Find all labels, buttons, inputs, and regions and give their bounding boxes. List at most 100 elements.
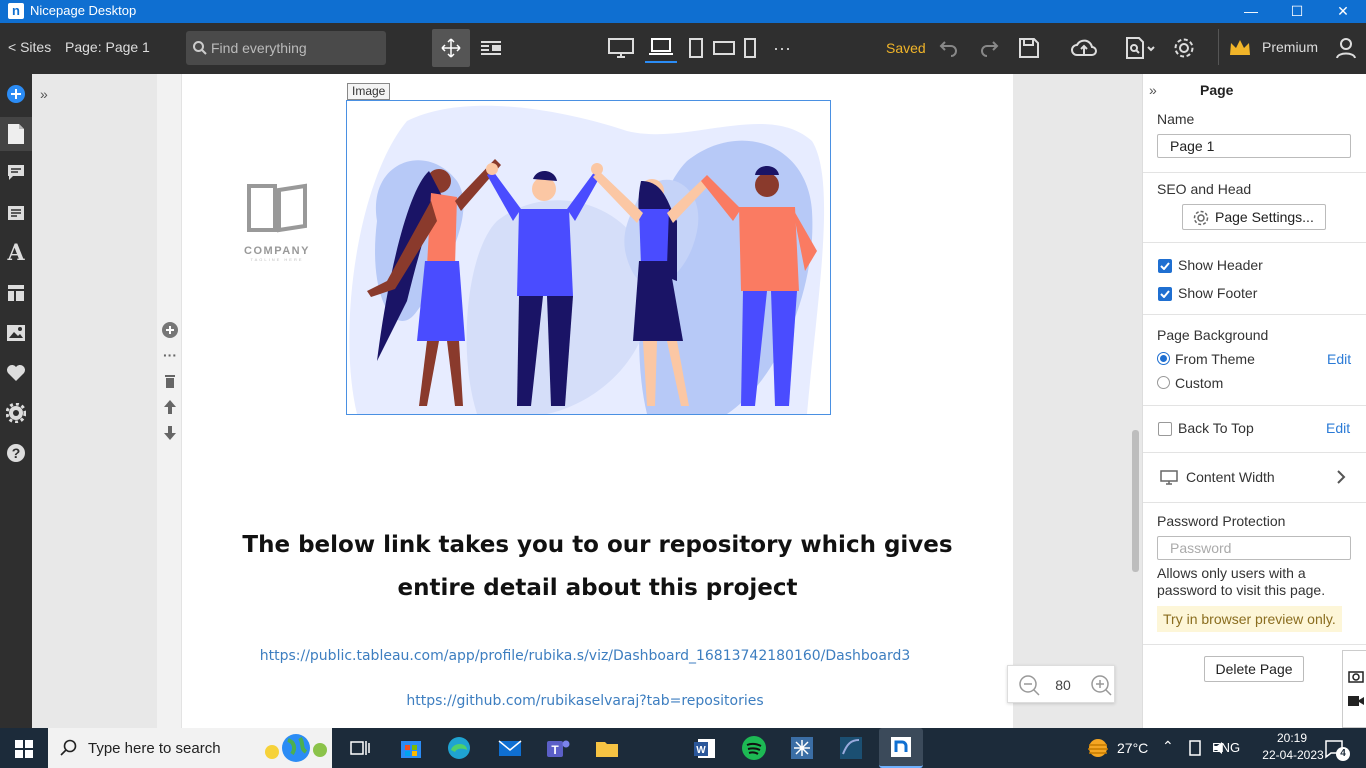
edit-back-to-top-link[interactable]: Edit xyxy=(1326,420,1350,436)
device-desktop-button[interactable] xyxy=(605,33,637,63)
search-input[interactable]: Find everything xyxy=(186,31,386,65)
chevron-up-icon[interactable]: ⌃ xyxy=(1162,738,1174,755)
snowflake-app-icon[interactable] xyxy=(786,732,818,764)
minimize-button[interactable]: — xyxy=(1228,0,1274,23)
layout-button[interactable] xyxy=(0,276,32,310)
github-link[interactable]: https://github.com/rubikaselvaraj?tab=re… xyxy=(157,693,1013,709)
teamwork-illustration[interactable] xyxy=(346,100,831,415)
pages-button[interactable] xyxy=(0,117,32,151)
arrow-down-icon xyxy=(164,426,176,440)
company-logo[interactable]: COMPANY TAGLINE HERE xyxy=(242,182,312,267)
page-background-label: Page Background xyxy=(1157,327,1269,343)
redo-button[interactable] xyxy=(973,33,1005,63)
nicepage-taskbar-icon[interactable] xyxy=(879,728,923,768)
add-section-button[interactable] xyxy=(160,320,180,340)
gear-icon xyxy=(6,403,26,423)
from-theme-label: From Theme xyxy=(1175,351,1255,367)
sites-link[interactable]: < Sites xyxy=(8,39,51,55)
content-width-row[interactable]: Content Width xyxy=(1143,453,1366,501)
account-button[interactable] xyxy=(1330,33,1362,63)
delete-section-button[interactable] xyxy=(160,371,180,391)
images-button[interactable] xyxy=(0,316,32,350)
divider xyxy=(1143,502,1366,503)
text-icon[interactable]: A xyxy=(0,236,32,270)
task-view-icon[interactable] xyxy=(350,739,370,757)
premium-button[interactable] xyxy=(1224,33,1256,63)
expand-left-panel-icon[interactable]: » xyxy=(40,86,48,102)
word-icon[interactable]: W xyxy=(689,732,721,764)
mysql-workbench-icon[interactable] xyxy=(835,732,867,764)
settings-button[interactable] xyxy=(1168,33,1200,63)
file-explorer-icon[interactable] xyxy=(591,732,623,764)
save-icon xyxy=(1019,38,1039,58)
mail-icon[interactable] xyxy=(493,732,525,764)
back-to-top-label: Back To Top xyxy=(1178,420,1254,436)
undo-button[interactable] xyxy=(933,33,965,63)
save-button[interactable] xyxy=(1013,33,1045,63)
plus-circle-icon xyxy=(7,85,25,103)
device-icon[interactable] xyxy=(1188,740,1202,756)
svg-text:W: W xyxy=(696,745,706,756)
help-button[interactable]: ? xyxy=(0,436,32,470)
password-protection-label: Password Protection xyxy=(1157,513,1286,529)
edit-background-link[interactable]: Edit xyxy=(1327,351,1351,367)
page-name-input[interactable]: Page 1 xyxy=(1157,134,1351,158)
section-more-icon[interactable]: ··· xyxy=(160,345,180,365)
windows-taskbar: Type here to search T W 27°C ⌃ ENG 20:19… xyxy=(0,728,1366,768)
desktop-icon xyxy=(608,38,634,58)
add-element-button[interactable] xyxy=(0,77,32,111)
preview-button[interactable] xyxy=(1120,33,1160,63)
windows-start-icon[interactable] xyxy=(15,740,33,758)
show-header-checkbox[interactable] xyxy=(1158,259,1172,273)
content-width-label: Content Width xyxy=(1186,469,1275,485)
maximize-button[interactable]: ☐ xyxy=(1274,0,1320,23)
back-to-top-checkbox[interactable] xyxy=(1158,422,1172,436)
favorites-button[interactable] xyxy=(0,356,32,390)
microsoft-store-icon[interactable] xyxy=(395,732,427,764)
layers-button[interactable] xyxy=(475,33,507,63)
collapse-panel-icon[interactable]: » xyxy=(1149,82,1157,98)
show-footer-label: Show Footer xyxy=(1178,285,1258,301)
zoom-out-icon[interactable] xyxy=(1018,674,1040,696)
premium-label[interactable]: Premium xyxy=(1262,39,1318,55)
delete-page-button[interactable]: Delete Page xyxy=(1204,656,1304,682)
teams-icon[interactable]: T xyxy=(541,732,573,764)
trash-icon xyxy=(165,375,175,388)
more-options-icon[interactable]: ··· xyxy=(766,33,798,63)
blocks-button[interactable] xyxy=(0,196,32,230)
move-section-down-button[interactable] xyxy=(160,423,180,443)
site-settings-button[interactable] xyxy=(0,396,32,430)
clock-time[interactable]: 20:19 xyxy=(1262,731,1322,745)
from-theme-radio[interactable] xyxy=(1157,352,1170,365)
preview-only-note: Try in browser preview only. xyxy=(1157,606,1342,632)
crown-icon xyxy=(1230,40,1250,55)
publish-button[interactable] xyxy=(1068,33,1100,63)
show-footer-checkbox[interactable] xyxy=(1158,287,1172,301)
edge-browser-icon[interactable] xyxy=(443,732,475,764)
weather-icon[interactable] xyxy=(1085,737,1111,759)
close-button[interactable]: ✕ xyxy=(1320,0,1366,23)
taskbar-search-text: Type here to search xyxy=(88,740,221,757)
password-input[interactable]: Password xyxy=(1157,536,1351,560)
comments-button[interactable] xyxy=(0,156,32,190)
page-settings-button[interactable]: Page Settings... xyxy=(1182,204,1326,230)
camera-icon[interactable] xyxy=(1348,669,1364,683)
divider xyxy=(1143,644,1366,645)
device-laptop-button[interactable] xyxy=(645,33,677,63)
custom-radio[interactable] xyxy=(1157,376,1170,389)
book-logo-icon xyxy=(247,183,307,233)
page-label[interactable]: Page: Page 1 xyxy=(65,39,150,55)
language-indicator[interactable]: ENG xyxy=(1212,740,1240,755)
move-tool-button[interactable] xyxy=(432,29,470,67)
section-heading[interactable]: The below link takes you to our reposito… xyxy=(200,524,995,610)
device-phone-button[interactable] xyxy=(734,33,766,63)
video-icon[interactable] xyxy=(1347,695,1365,707)
taskbar-search-box[interactable]: Type here to search xyxy=(48,728,332,768)
comment-icon xyxy=(8,165,24,180)
zoom-in-icon[interactable] xyxy=(1090,674,1112,696)
canvas-scrollbar[interactable] xyxy=(1132,430,1139,572)
spotify-icon[interactable] xyxy=(738,732,770,764)
tableau-link[interactable]: https://public.tableau.com/app/profile/r… xyxy=(157,648,1013,664)
move-section-up-button[interactable] xyxy=(160,397,180,417)
clock-date[interactable]: 22-04-2023 xyxy=(1256,748,1330,762)
